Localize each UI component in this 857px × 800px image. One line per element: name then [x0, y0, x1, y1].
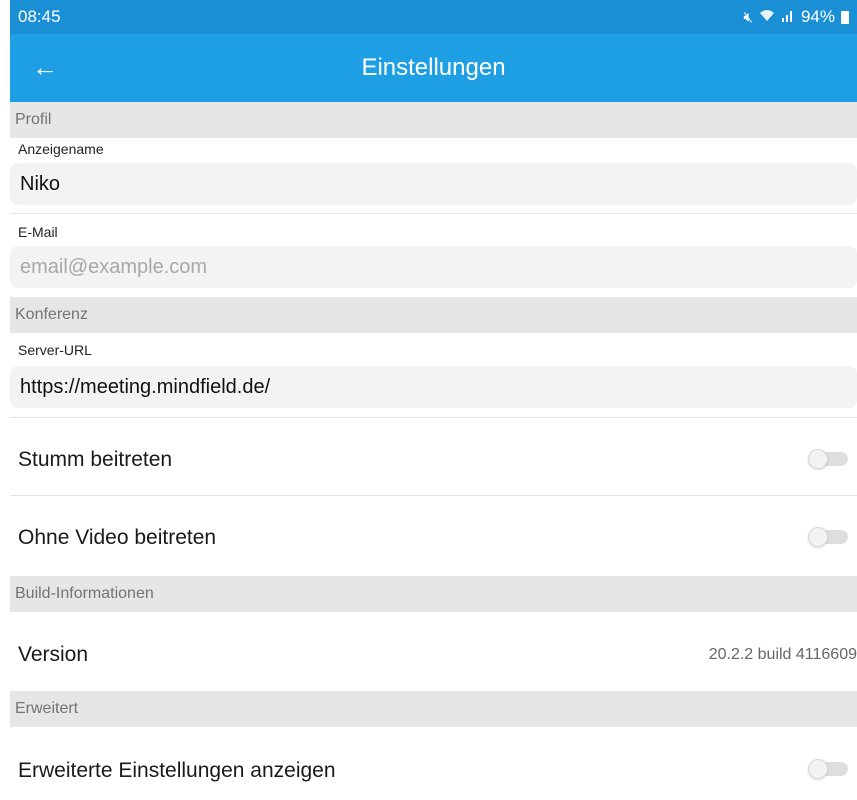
show-advanced-toggle[interactable] — [808, 759, 848, 779]
section-header-advanced: Erweitert — [10, 691, 857, 727]
server-url-label: Server-URL — [18, 342, 92, 358]
show-advanced-label: Erweiterte Einstellungen anzeigen — [18, 759, 336, 782]
server-url-field[interactable] — [10, 366, 857, 408]
divider — [10, 213, 857, 214]
mute-join-toggle[interactable] — [808, 449, 848, 469]
wifi-icon — [759, 9, 775, 26]
section-header-build-info: Build-Informationen — [10, 576, 857, 612]
mute-join-label: Stumm beitreten — [18, 448, 173, 471]
toggle-thumb — [808, 759, 828, 779]
section-header-conference: Konferenz — [10, 297, 857, 333]
display-name-label: Anzeigename — [18, 141, 104, 157]
mute-icon: 🔇︎ — [743, 8, 753, 26]
display-name-field[interactable] — [10, 163, 857, 205]
toggle-thumb — [808, 527, 828, 547]
battery-icon — [841, 10, 849, 24]
no-video-join-toggle[interactable] — [808, 527, 848, 547]
version-value: 20.2.2 build 4116609 — [708, 646, 857, 663]
email-label: E-Mail — [18, 224, 58, 240]
status-bar: 08:45 🔇︎ 94% — [10, 0, 857, 34]
status-icons: 🔇︎ 94% — [744, 7, 849, 27]
email-field[interactable] — [10, 246, 857, 288]
no-video-join-label: Ohne Video beitreten — [18, 526, 217, 549]
section-header-profile: Profil — [10, 102, 857, 138]
signal-icon — [781, 9, 795, 26]
version-label: Version — [18, 643, 89, 666]
divider — [10, 495, 857, 496]
battery-percent: 94% — [800, 7, 835, 26]
toggle-thumb — [808, 449, 828, 469]
app-bar: ← Einstellungen — [10, 34, 857, 102]
status-time: 08:45 — [18, 7, 61, 26]
page-title: Einstellungen — [361, 54, 506, 81]
divider — [10, 417, 857, 418]
